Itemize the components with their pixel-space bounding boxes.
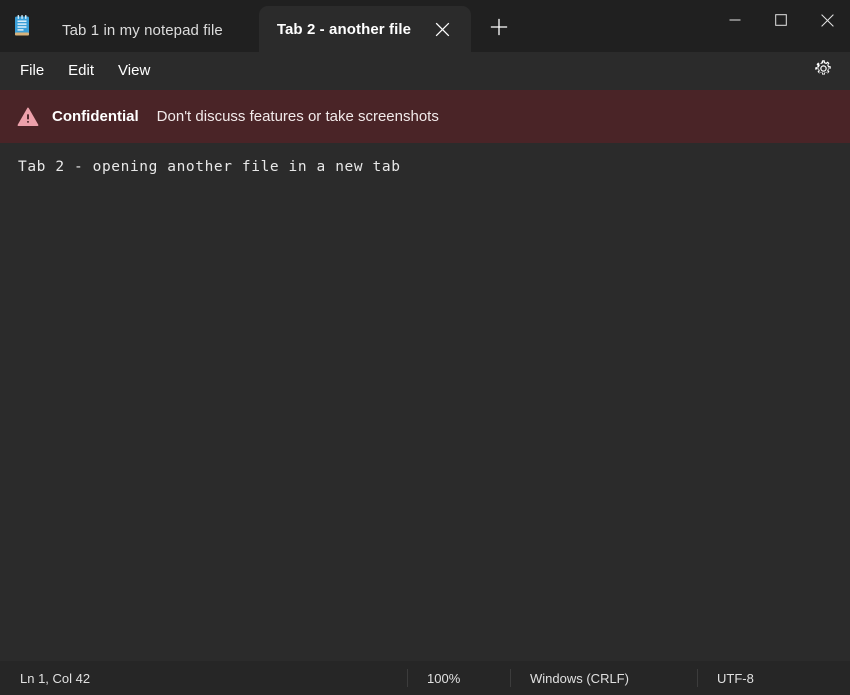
confidential-banner: Confidential Don't discuss features or t… <box>0 90 850 143</box>
menu-item-file[interactable]: File <box>8 57 56 85</box>
minimize-icon <box>729 14 741 26</box>
menu-item-label: Edit <box>68 62 94 79</box>
maximize-icon <box>775 14 787 26</box>
window-controls <box>712 0 850 52</box>
banner-message: Don't discuss features or take screensho… <box>157 108 439 125</box>
titlebar: Tab 1 in my notepad file Tab 2 - another… <box>0 0 850 52</box>
status-line-ending[interactable]: Windows (CRLF) <box>510 661 697 695</box>
status-encoding[interactable]: UTF-8 <box>697 661 850 695</box>
menu-item-label: View <box>118 62 150 79</box>
status-cursor-position[interactable]: Ln 1, Col 42 <box>0 661 407 695</box>
settings-button[interactable] <box>805 56 841 86</box>
tab-label: Tab 2 - another file <box>277 21 411 38</box>
new-tab-button[interactable] <box>481 11 517 47</box>
close-icon[interactable] <box>427 14 457 44</box>
status-encoding-label: UTF-8 <box>717 671 754 686</box>
menu-item-view[interactable]: View <box>106 57 162 85</box>
tab-label: Tab 1 in my notepad file <box>62 22 223 39</box>
status-line-ending-label: Windows (CRLF) <box>530 671 629 686</box>
plus-icon <box>490 18 508 41</box>
menubar: File Edit View <box>0 52 850 90</box>
notepad-icon <box>0 0 44 52</box>
statusbar: Ln 1, Col 42 100% Windows (CRLF) UTF-8 <box>0 661 850 695</box>
tab-2[interactable]: Tab 2 - another file <box>259 6 471 52</box>
notepad-window: Tab 1 in my notepad file Tab 2 - another… <box>0 0 850 695</box>
status-zoom[interactable]: 100% <box>407 661 510 695</box>
close-button[interactable] <box>804 0 850 40</box>
gear-icon <box>814 59 833 83</box>
editor-content: Tab 2 - opening another file in a new ta… <box>18 157 850 179</box>
status-zoom-label: 100% <box>427 671 460 686</box>
warning-triangle-icon <box>16 105 40 129</box>
menu-item-label: File <box>20 62 44 79</box>
tab-strip: Tab 1 in my notepad file Tab 2 - another… <box>0 0 712 52</box>
maximize-button[interactable] <box>758 0 804 40</box>
minimize-button[interactable] <box>712 0 758 40</box>
close-icon <box>821 14 834 27</box>
banner-title: Confidential <box>52 108 139 125</box>
menu-item-edit[interactable]: Edit <box>56 57 106 85</box>
status-cursor-position-label: Ln 1, Col 42 <box>20 671 90 686</box>
text-editor[interactable]: Tab 2 - opening another file in a new ta… <box>0 143 850 661</box>
tab-1[interactable]: Tab 1 in my notepad file <box>44 8 259 52</box>
